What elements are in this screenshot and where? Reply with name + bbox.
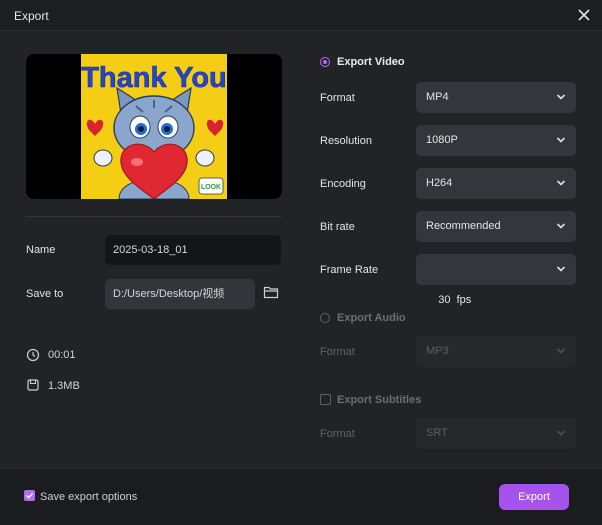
preview-thumbnail: Thank You LOOK — [81, 54, 227, 199]
format-select[interactable]: MP4 — [416, 82, 576, 113]
export-subtitles-title: Export Subtitles — [337, 394, 422, 406]
subtitle-format-select[interactable]: SRT — [416, 418, 576, 449]
checkmark-icon — [25, 492, 34, 499]
export-dialog: Export Thank You LOOK Name 2025-03-18_01… — [0, 0, 602, 525]
title-bar: Export — [0, 0, 602, 31]
chevron-down-icon — [556, 137, 566, 143]
name-input[interactable]: 2025-03-18_01 — [105, 235, 281, 265]
save-to-label: Save to — [26, 288, 64, 300]
save-export-options-label: Save export options — [40, 491, 138, 503]
audio-format-select[interactable]: MP3 — [416, 336, 576, 367]
divider — [26, 216, 282, 217]
file-size-icon — [27, 379, 39, 391]
duration-text: 00:01 — [48, 349, 76, 361]
resolution-value: 1080P — [426, 134, 458, 146]
thumbnail-caption: Thank You — [81, 62, 227, 94]
format-label: Format — [320, 92, 355, 104]
name-label: Name — [26, 244, 56, 256]
export-subtitles-checkbox[interactable] — [320, 394, 331, 405]
bit-rate-value: Recommended — [426, 220, 501, 232]
export-audio-title: Export Audio — [337, 312, 406, 324]
chevron-down-icon — [556, 94, 566, 100]
save-export-options-checkbox[interactable] — [24, 490, 35, 501]
resolution-select[interactable]: 1080P — [416, 125, 576, 156]
frame-rate-value: 30 fps — [438, 294, 472, 306]
save-path-input[interactable]: D:/Users/Desktop/视频 — [105, 279, 255, 309]
export-video-radio[interactable] — [320, 57, 330, 67]
file-size-text: 1.3MB — [48, 380, 80, 392]
audio-format-value: MP3 — [426, 345, 449, 357]
thumbnail-badge: LOOK — [201, 184, 221, 191]
video-preview: Thank You LOOK — [26, 54, 282, 199]
format-value: MP4 — [426, 91, 449, 103]
dialog-title: Export — [14, 9, 49, 23]
export-audio-radio[interactable] — [320, 313, 330, 323]
chevron-down-icon — [556, 348, 566, 354]
chevron-down-icon — [556, 266, 566, 272]
chevron-down-icon — [556, 430, 566, 436]
encoding-value: H264 — [426, 177, 453, 189]
subtitle-format-value: SRT — [426, 427, 448, 439]
bit-rate-label: Bit rate — [320, 221, 355, 233]
bit-rate-select[interactable]: Recommended — [416, 211, 576, 242]
frame-rate-label: Frame Rate — [320, 264, 379, 276]
subtitle-format-label: Format — [320, 428, 355, 440]
audio-format-label: Format — [320, 346, 355, 358]
export-button[interactable]: Export — [499, 484, 569, 510]
chevron-down-icon — [556, 180, 566, 186]
chevron-down-icon — [556, 223, 566, 229]
encoding-label: Encoding — [320, 178, 366, 190]
clock-icon — [26, 348, 40, 362]
resolution-label: Resolution — [320, 135, 372, 147]
close-icon[interactable] — [574, 5, 594, 25]
frame-rate-select[interactable]: 30 fps — [416, 254, 576, 306]
export-video-title: Export Video — [337, 56, 405, 68]
encoding-select[interactable]: H264 — [416, 168, 576, 199]
folder-icon[interactable] — [263, 285, 279, 299]
